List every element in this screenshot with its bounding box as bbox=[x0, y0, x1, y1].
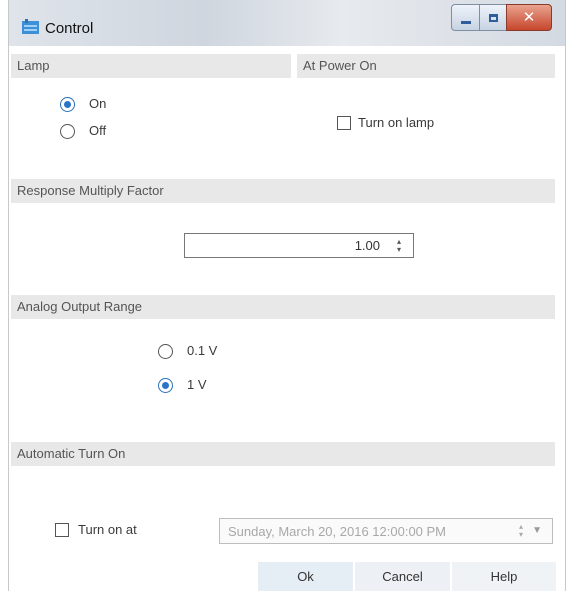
response-header-label: Response Multiply Factor bbox=[17, 183, 164, 198]
maximize-icon bbox=[488, 13, 498, 22]
turn-on-at-label: Turn on at bbox=[78, 522, 137, 537]
minimize-button[interactable] bbox=[451, 4, 480, 31]
cancel-button[interactable]: Cancel bbox=[355, 562, 450, 591]
window-title: Control bbox=[45, 20, 94, 37]
power-on-header-label: At Power On bbox=[303, 58, 377, 73]
chevron-down-icon[interactable]: ▼ bbox=[532, 525, 542, 536]
lamp-on-radio[interactable] bbox=[60, 97, 75, 112]
close-button[interactable]: ✕ bbox=[506, 4, 552, 31]
control-app-icon bbox=[22, 19, 39, 34]
turn-on-datetime-picker[interactable]: Sunday, March 20, 2016 12:00:00 PM ▴ ▾ ▼ bbox=[219, 518, 553, 544]
minimize-icon bbox=[460, 20, 471, 24]
control-dialog: Control ✕ Lamp On Off At Power On Turn o… bbox=[8, 0, 566, 591]
lamp-section-header: Lamp bbox=[11, 54, 291, 78]
auto-on-header-label: Automatic Turn On bbox=[17, 446, 126, 461]
help-button[interactable]: Help bbox=[452, 562, 556, 591]
analog-0-1v-label: 0.1 V bbox=[187, 343, 218, 358]
title-bar[interactable]: Control ✕ bbox=[9, 0, 565, 46]
analog-1v-label: 1 V bbox=[187, 377, 207, 392]
analog-0-1v-radio[interactable] bbox=[158, 344, 173, 359]
response-factor-value: 1.00 bbox=[354, 238, 380, 253]
lamp-off-radio[interactable] bbox=[60, 124, 75, 139]
ok-button[interactable]: Ok bbox=[258, 562, 353, 591]
turn-on-at-checkbox[interactable] bbox=[55, 523, 69, 537]
close-icon: ✕ bbox=[522, 9, 536, 26]
lamp-off-label: Off bbox=[89, 123, 107, 138]
analog-1v-radio[interactable] bbox=[158, 378, 173, 393]
turn-on-lamp-checkbox[interactable] bbox=[337, 116, 351, 130]
spin-arrows-icon[interactable]: ▴ ▾ bbox=[395, 238, 403, 254]
power-on-section-header: At Power On bbox=[297, 54, 555, 78]
lamp-on-label: On bbox=[89, 96, 107, 111]
lamp-header-label: Lamp bbox=[17, 58, 50, 73]
response-factor-stepper[interactable]: 1.00 ▴ ▾ bbox=[184, 233, 414, 258]
auto-on-section-header: Automatic Turn On bbox=[11, 442, 555, 466]
analog-header-label: Analog Output Range bbox=[17, 299, 143, 314]
maximize-button[interactable] bbox=[479, 4, 507, 31]
turn-on-lamp-label: Turn on lamp bbox=[358, 115, 435, 130]
datetime-value: Sunday, March 20, 2016 12:00:00 PM bbox=[228, 524, 447, 539]
response-section-header: Response Multiply Factor bbox=[11, 179, 555, 203]
analog-section-header: Analog Output Range bbox=[11, 295, 555, 319]
datetime-spin-icon[interactable]: ▴ ▾ bbox=[519, 523, 523, 539]
